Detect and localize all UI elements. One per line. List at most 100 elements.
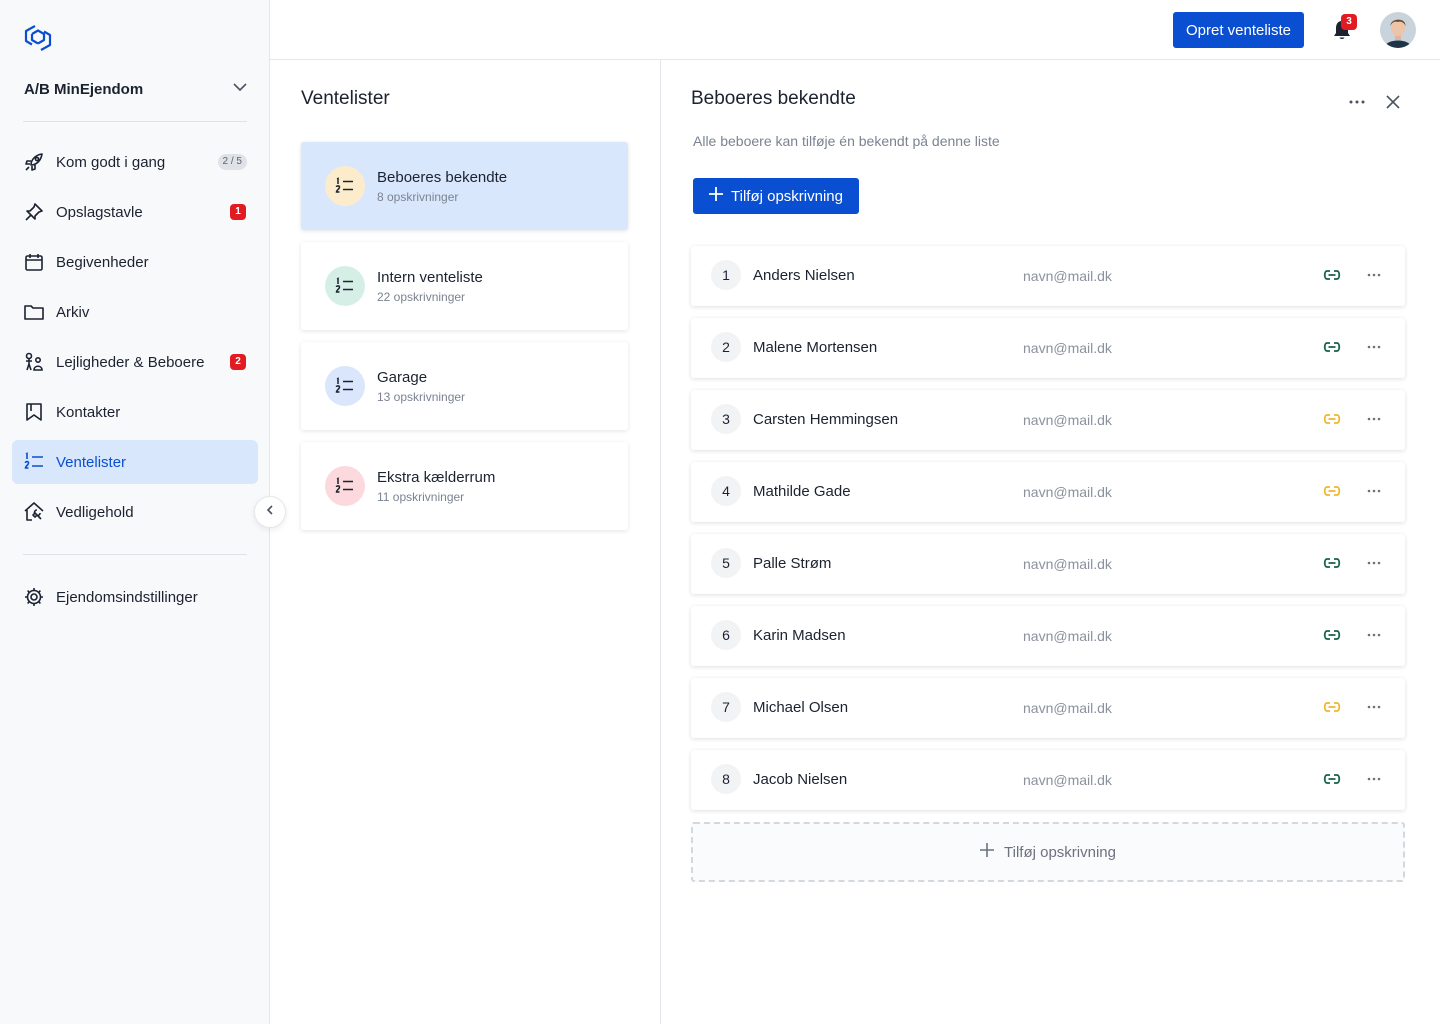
waitlist-card[interactable]: Garage 13 opskrivninger <box>301 342 628 430</box>
entry-name: Mathilde Gade <box>753 483 851 500</box>
entry-number: 7 <box>711 692 741 722</box>
entry-number: 5 <box>711 548 741 578</box>
more-options-icon[interactable] <box>1363 768 1385 790</box>
sidebar-item-kom-godt-i-gang[interactable]: Kom godt i gang 2 / 5 <box>12 140 258 184</box>
sidebar-item-arkiv[interactable]: Arkiv <box>12 290 258 334</box>
entry-name: Palle Strøm <box>753 555 832 572</box>
entry-email: navn@mail.dk <box>1023 556 1112 572</box>
sidebar-item-label: Ventelister <box>56 453 127 471</box>
entry-name: Jacob Nielsen <box>753 771 848 788</box>
entry-row: 4 Mathilde Gade navn@mail.dk <box>691 462 1405 522</box>
waitlists-title: Ventelister <box>301 88 390 109</box>
waitlist-name: Intern venteliste <box>377 269 483 286</box>
sidebar-item-opslagstavle[interactable]: Opslagstavle 1 <box>12 190 258 234</box>
entry-name: Carsten Hemmingsen <box>753 411 899 428</box>
link-icon[interactable] <box>1321 408 1343 430</box>
gear-icon <box>23 586 45 608</box>
more-options-icon[interactable] <box>1363 336 1385 358</box>
sidebar-item-lejligheder-beboere[interactable]: Lejligheder & Beboere 2 <box>12 340 258 384</box>
waitlist-name: Beboeres bekendte <box>377 169 508 186</box>
bookmark-icon <box>23 401 45 423</box>
waitlist-count: 22 opskrivninger <box>377 290 466 304</box>
sidebar-item-ventelister[interactable]: Ventelister <box>12 440 258 484</box>
entry-email: navn@mail.dk <box>1023 628 1112 644</box>
more-options-icon[interactable] <box>1345 90 1369 114</box>
more-options-icon[interactable] <box>1363 264 1385 286</box>
close-icon[interactable] <box>1381 90 1405 114</box>
numbered-list-icon <box>325 466 365 506</box>
link-icon[interactable] <box>1321 552 1343 574</box>
plus-icon <box>980 843 994 861</box>
organization-name: A/B MinEjendom <box>24 80 144 98</box>
user-avatar[interactable] <box>1380 12 1416 48</box>
waitlist-count: 13 opskrivninger <box>377 390 466 404</box>
entry-email: navn@mail.dk <box>1023 700 1112 716</box>
sidebar-item-begivenheder[interactable]: Begivenheder <box>12 240 258 284</box>
sidebar-item-label: Vedligehold <box>56 503 134 521</box>
notification-badge: 2 <box>230 354 246 370</box>
numbered-list-icon <box>325 266 365 306</box>
entry-row: 2 Malene Mortensen navn@mail.dk <box>691 318 1405 378</box>
entry-number: 4 <box>711 476 741 506</box>
more-options-icon[interactable] <box>1363 696 1385 718</box>
link-icon[interactable] <box>1321 336 1343 358</box>
residents-icon <box>23 351 45 373</box>
calendar-icon <box>23 251 45 273</box>
link-icon[interactable] <box>1321 480 1343 502</box>
entry-number: 3 <box>711 404 741 434</box>
entry-name: Malene Mortensen <box>753 339 878 356</box>
entry-row: 5 Palle Strøm navn@mail.dk <box>691 534 1405 594</box>
link-icon[interactable] <box>1321 624 1343 646</box>
more-options-icon[interactable] <box>1363 408 1385 430</box>
entry-row: 3 Carsten Hemmingsen navn@mail.dk <box>691 390 1405 450</box>
sidebar-item-kontakter[interactable]: Kontakter <box>12 390 258 434</box>
link-icon[interactable] <box>1321 264 1343 286</box>
add-entry-dashed-button[interactable]: Tilføj opskrivning <box>691 822 1405 882</box>
entry-row: 8 Jacob Nielsen navn@mail.dk <box>691 750 1405 810</box>
waitlist-count: 8 opskrivninger <box>377 190 459 204</box>
entry-row: 1 Anders Nielsen navn@mail.dk <box>691 246 1405 306</box>
entry-name: Karin Madsen <box>753 627 846 644</box>
app-logo-icon[interactable] <box>22 22 54 54</box>
entry-email: navn@mail.dk <box>1023 484 1112 500</box>
more-options-icon[interactable] <box>1363 624 1385 646</box>
add-entry-dashed-label: Tilføj opskrivning <box>1004 843 1116 861</box>
progress-badge: 2 / 5 <box>217 154 247 170</box>
entry-email: navn@mail.dk <box>1023 772 1112 788</box>
entry-row: 6 Karin Madsen navn@mail.dk <box>691 606 1405 666</box>
sidebar-item-label: Begivenheder <box>56 253 149 271</box>
collapse-sidebar-button[interactable] <box>254 496 286 528</box>
notification-badge: 1 <box>230 204 246 220</box>
entry-number: 1 <box>711 260 741 290</box>
entry-number: 6 <box>711 620 741 650</box>
chevron-left-icon <box>264 503 276 521</box>
waitlist-count: 11 opskrivninger <box>377 490 465 504</box>
house-tool-icon <box>23 501 45 523</box>
notification-count-badge: 3 <box>1341 14 1357 30</box>
numbered-list-icon <box>325 166 365 206</box>
more-options-icon[interactable] <box>1363 552 1385 574</box>
waitlist-card[interactable]: Ekstra kælderrum 11 opskrivninger <box>301 442 628 530</box>
sidebar-item-label: Kom godt i gang <box>56 153 166 171</box>
waitlist-detail-panel: Beboeres bekendte Alle beboere kan tilfø… <box>661 60 1440 1024</box>
waitlist-card[interactable]: Intern venteliste 22 opskrivninger <box>301 242 628 330</box>
sidebar-item-vedligehold[interactable]: Vedligehold <box>12 490 258 534</box>
sidebar-item-label: Opslagstavle <box>56 203 143 221</box>
add-entry-button[interactable]: Tilføj opskrivning <box>693 178 859 214</box>
waitlist-name: Ekstra kælderrum <box>377 469 496 486</box>
link-icon[interactable] <box>1321 768 1343 790</box>
entry-email: navn@mail.dk <box>1023 412 1112 428</box>
more-options-icon[interactable] <box>1363 480 1385 502</box>
numbered-list-icon <box>23 451 45 473</box>
detail-title: Beboeres bekendte <box>691 88 856 109</box>
add-entry-label: Tilføj opskrivning <box>731 187 843 205</box>
link-icon[interactable] <box>1321 696 1343 718</box>
sidebar-item-ejendomsindstillinger[interactable]: Ejendomsindstillinger <box>12 575 258 619</box>
organization-switcher[interactable]: A/B MinEjendom <box>24 76 248 102</box>
entry-name: Michael Olsen <box>753 699 849 716</box>
entry-number: 8 <box>711 764 741 794</box>
entry-email: navn@mail.dk <box>1023 268 1112 284</box>
create-waitlist-button[interactable]: Opret venteliste <box>1173 12 1304 48</box>
waitlist-name: Garage <box>377 369 428 386</box>
waitlist-card[interactable]: Beboeres bekendte 8 opskrivninger <box>301 142 628 230</box>
